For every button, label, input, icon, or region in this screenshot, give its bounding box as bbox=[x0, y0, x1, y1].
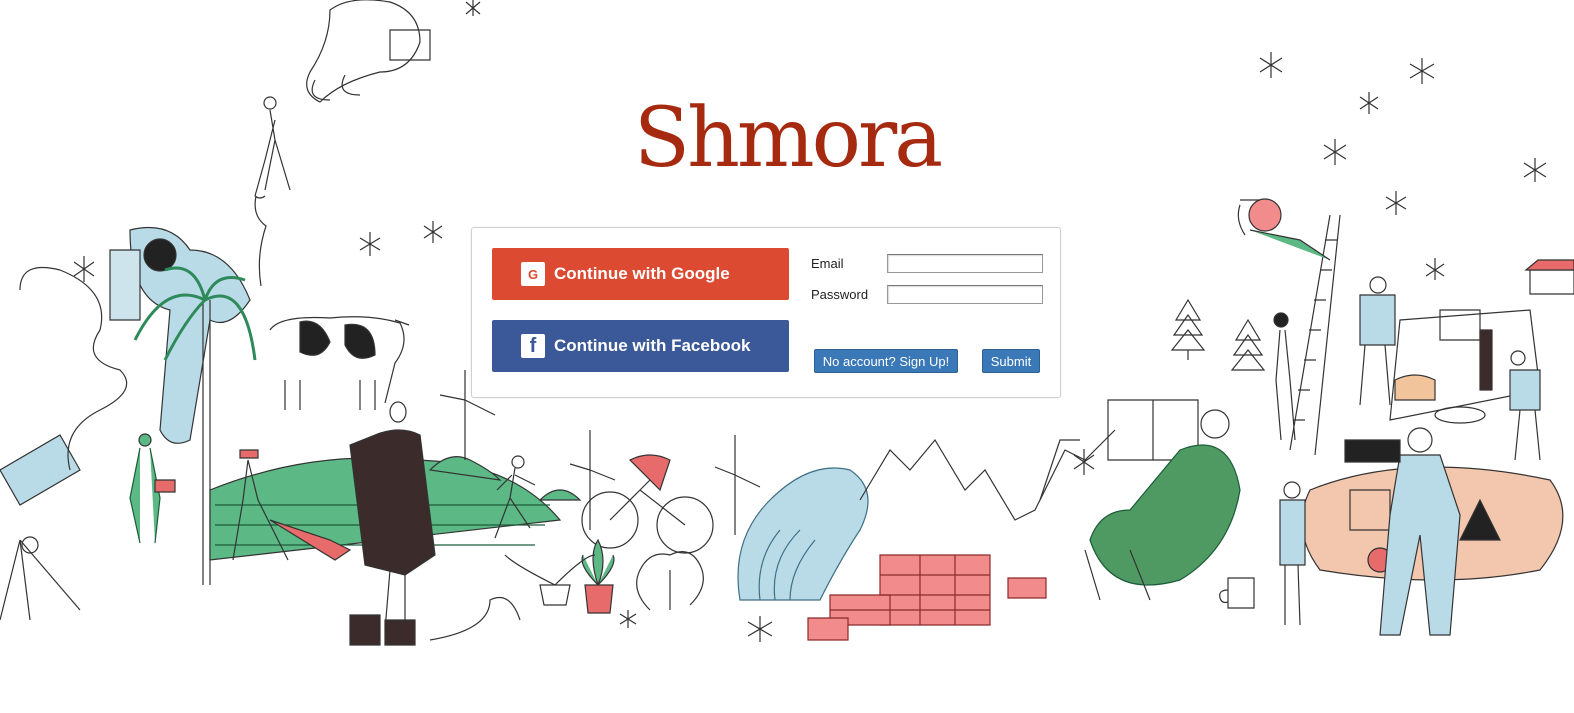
google-login-button[interactable]: G Continue with Google bbox=[492, 248, 789, 300]
submit-button[interactable]: Submit bbox=[982, 349, 1040, 373]
cow-drawing bbox=[269, 316, 410, 410]
star-icon bbox=[359, 232, 381, 256]
astronaut-drawing bbox=[306, 0, 431, 103]
waiter-drawing bbox=[1509, 350, 1541, 461]
star-icon bbox=[1259, 52, 1283, 78]
star-icon bbox=[1409, 58, 1435, 84]
tree-drawing bbox=[636, 551, 704, 611]
star-icon bbox=[747, 616, 773, 642]
star-icon bbox=[1073, 449, 1095, 475]
facebook-f-icon: f bbox=[521, 334, 545, 358]
reading-man-drawing bbox=[1084, 399, 1241, 601]
star-icon bbox=[465, 0, 481, 16]
farmer-drawing bbox=[129, 433, 176, 544]
pine-tree-drawing bbox=[1170, 298, 1266, 371]
login-page: Shmora G Continue with Google f Continue… bbox=[0, 0, 1574, 713]
mountains-drawing bbox=[859, 429, 1116, 521]
star-icon bbox=[1425, 258, 1445, 280]
facebook-login-button[interactable]: f Continue with Facebook bbox=[492, 320, 789, 372]
email-field[interactable] bbox=[887, 254, 1043, 273]
google-g-icon: G bbox=[521, 262, 545, 286]
mug-drawing bbox=[1219, 577, 1255, 609]
house-drawing bbox=[1524, 259, 1574, 295]
facebook-login-label: Continue with Facebook bbox=[554, 336, 751, 355]
chef-drawing bbox=[1359, 276, 1396, 406]
standing-woman-drawing bbox=[349, 401, 436, 646]
password-label: Password bbox=[811, 287, 869, 302]
google-login-label: Continue with Google bbox=[554, 264, 730, 283]
star-icon bbox=[423, 221, 443, 243]
star-icon bbox=[1385, 191, 1407, 215]
painter-drawing bbox=[1237, 198, 1331, 261]
signup-button[interactable]: No account? Sign Up! bbox=[814, 349, 958, 373]
email-label: Email bbox=[811, 256, 844, 271]
password-field[interactable] bbox=[887, 285, 1043, 304]
wave-drawing bbox=[737, 467, 869, 601]
bricks-drawing bbox=[807, 554, 1047, 641]
brand-logo: Shmora bbox=[633, 91, 943, 186]
star-icon bbox=[619, 610, 637, 628]
cyclist-drawing bbox=[581, 454, 714, 554]
potted-plant-drawing bbox=[504, 538, 615, 614]
worker-on-ladder-drawing bbox=[1273, 312, 1296, 441]
login-panel: G Continue with Google f Continue with F… bbox=[471, 227, 1061, 398]
scientist-drawing bbox=[1279, 481, 1306, 626]
